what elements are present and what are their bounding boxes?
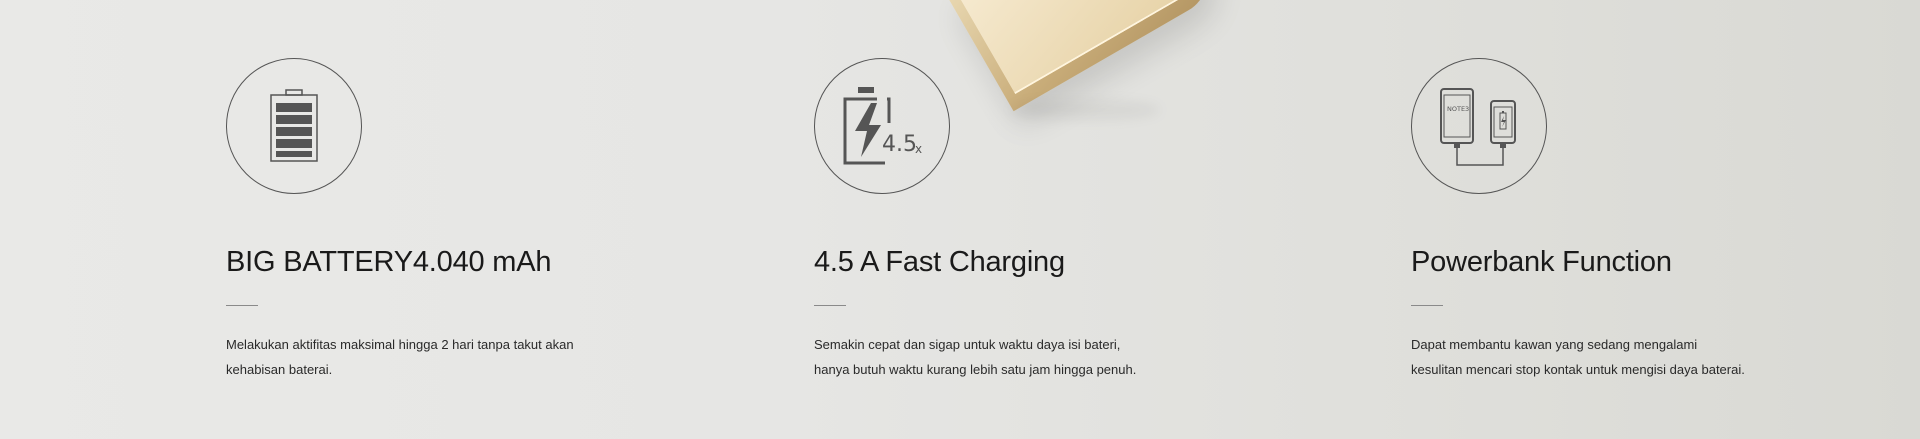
description-line: Semakin cepat dan sigap untuk waktu daya… xyxy=(814,337,1121,352)
feature-description: Dapat membantu kawan yang sedang mengala… xyxy=(1411,332,1791,382)
charge-multiplier-suffix: x xyxy=(915,142,922,156)
battery-icon xyxy=(270,89,318,162)
fast-charging-icon-circle: 4.5 x xyxy=(814,58,950,194)
feature-description: Semakin cepat dan sigap untuk waktu daya… xyxy=(814,332,1194,382)
feature-big-battery: BIG BATTERY4.040 mAh Melakukan aktifitas… xyxy=(226,58,646,382)
description-line: Dapat membantu kawan yang sedang mengala… xyxy=(1411,337,1698,352)
description-line: kesulitan mencari stop kontak untuk meng… xyxy=(1411,362,1745,377)
feature-powerbank: NOTE3 Powerbank Function Dapat membantu … xyxy=(1411,58,1831,382)
powerbank-icon: NOTE3 xyxy=(1440,88,1516,166)
feature-title: Powerbank Function xyxy=(1411,246,1672,278)
feature-fast-charging: 4.5 x 4.5 A Fast Charging Semakin cepat … xyxy=(814,58,1234,382)
feature-description: Melakukan aktifitas maksimal hingga 2 ha… xyxy=(226,332,606,382)
divider xyxy=(226,305,258,306)
feature-title: BIG BATTERY4.040 mAh xyxy=(226,246,552,278)
description-line: kehabisan baterai. xyxy=(226,362,333,377)
feature-title: 4.5 A Fast Charging xyxy=(814,246,1065,278)
description-line: Melakukan aktifitas maksimal hingga 2 ha… xyxy=(226,337,574,352)
divider xyxy=(1411,305,1443,306)
battery-icon-circle xyxy=(226,58,362,194)
description-line: hanya butuh waktu kurang lebih satu jam … xyxy=(814,362,1137,377)
fast-charging-icon: 4.5 x xyxy=(843,87,922,165)
divider xyxy=(814,305,846,306)
phone-model-label: NOTE3 xyxy=(1447,105,1469,113)
powerbank-icon-circle: NOTE3 xyxy=(1411,58,1547,194)
charge-multiplier-label: 4.5 xyxy=(882,132,917,157)
